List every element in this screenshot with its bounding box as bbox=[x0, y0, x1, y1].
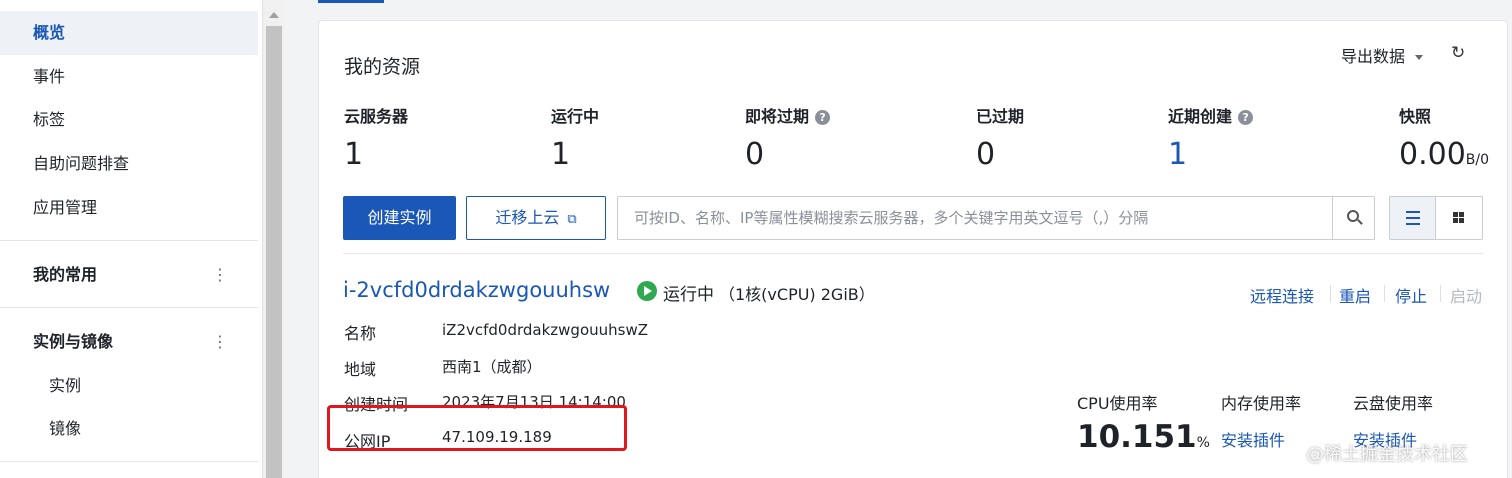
instance-id-link[interactable]: i-2vcfd0drdakzwgouuhsw bbox=[343, 278, 610, 302]
memory-usage-label: 内存使用率 bbox=[1221, 394, 1302, 413]
annotation-highlight-box bbox=[327, 405, 627, 451]
stat-value-link[interactable]: 1 bbox=[1168, 137, 1253, 172]
sidebar-group-label: 实例与镜像 bbox=[33, 332, 114, 351]
stat-snapshots: 快照 0.00B/0 bbox=[1399, 103, 1489, 172]
more-vertical-icon[interactable]: ⋮ bbox=[212, 253, 228, 297]
watermark: @稀土掘金技术社区 bbox=[1306, 444, 1468, 465]
caret-down-icon bbox=[1415, 55, 1424, 60]
stat-label: 即将过期 bbox=[745, 107, 810, 126]
migrate-to-cloud-button[interactable]: 迁移上云 ⧉ bbox=[466, 196, 606, 240]
sidebar-divider bbox=[0, 240, 258, 241]
reboot-link[interactable]: 重启 bbox=[1339, 283, 1371, 307]
sidebar-item-overview[interactable]: 概览 bbox=[0, 11, 258, 55]
instance-spec: （1核(vCPU) 2GiB） bbox=[719, 285, 875, 304]
stat-label: 云服务器 bbox=[344, 107, 409, 126]
stat-value: 0 bbox=[976, 137, 996, 172]
sidebar-item-events[interactable]: 事件 bbox=[0, 55, 258, 99]
stat-value: 1 bbox=[551, 137, 571, 172]
sidebar-group-favorites[interactable]: 我的常用 ⋮ bbox=[0, 253, 258, 297]
running-status-icon bbox=[637, 281, 657, 301]
sidebar-item-images[interactable]: 镜像 bbox=[0, 407, 258, 451]
sidebar-divider bbox=[0, 461, 258, 462]
stat-label: 快照 bbox=[1399, 107, 1432, 126]
help-icon[interactable]: ? bbox=[815, 110, 831, 125]
stat-value: 0.00 bbox=[1399, 137, 1466, 172]
search-box bbox=[617, 196, 1375, 240]
divider bbox=[343, 253, 1483, 254]
stat-expired: 已过期 0 bbox=[976, 103, 1024, 172]
stat-running: 运行中 1 bbox=[551, 103, 599, 172]
more-vertical-icon[interactable]: ⋮ bbox=[212, 320, 228, 364]
field-value-region: 西南1（成都） bbox=[442, 358, 542, 376]
install-plugin-memory-link[interactable]: 安装插件 bbox=[1221, 427, 1285, 451]
stat-value: 1 bbox=[344, 137, 364, 172]
migrate-label: 迁移上云 bbox=[495, 208, 560, 227]
console-window: 概览 事件 标签 自助问题排查 应用管理 我的常用 ⋮ 实例与镜像 ⋮ 实例 镜… bbox=[0, 0, 1512, 478]
stat-recently-created: 近期创建? 1 bbox=[1168, 103, 1254, 172]
cpu-usage-label: CPU使用率 bbox=[1077, 394, 1158, 413]
sidebar-divider bbox=[0, 307, 258, 308]
refresh-icon[interactable]: ↻ bbox=[1451, 43, 1465, 63]
field-label-region: 地域 bbox=[344, 360, 377, 379]
sidebar-item-instances[interactable]: 实例 bbox=[0, 364, 258, 408]
search-input[interactable] bbox=[618, 197, 1334, 239]
stat-servers: 云服务器 1 bbox=[344, 103, 408, 172]
stat-value: 0 bbox=[745, 137, 765, 172]
search-button[interactable] bbox=[1332, 197, 1374, 239]
list-view-button[interactable] bbox=[1390, 197, 1436, 239]
stat-label: 已过期 bbox=[976, 107, 1025, 126]
active-tab-indicator bbox=[318, 0, 384, 3]
stat-expiring: 即将过期? 0 bbox=[745, 103, 831, 172]
table-view-button[interactable] bbox=[1437, 197, 1483, 239]
help-icon[interactable]: ? bbox=[1238, 110, 1254, 125]
sidebar: 概览 事件 标签 自助问题排查 应用管理 我的常用 ⋮ 实例与镜像 ⋮ 实例 镜… bbox=[0, 0, 262, 478]
scroll-up-arrow-icon[interactable] bbox=[269, 12, 279, 18]
sidebar-scrollbar[interactable] bbox=[262, 0, 284, 478]
create-instance-button[interactable]: 创建实例 bbox=[343, 196, 456, 240]
disk-usage-label: 云盘使用率 bbox=[1353, 394, 1434, 413]
start-link[interactable]: 启动 bbox=[1450, 283, 1482, 307]
cpu-usage-value: 10.151% bbox=[1077, 419, 1210, 455]
export-data-label: 导出数据 bbox=[1341, 47, 1406, 66]
field-label-name: 名称 bbox=[344, 324, 377, 343]
field-value-name: iZ2vcfd0drdakzwgouuhswZ bbox=[442, 321, 649, 339]
stat-unit: B/0 bbox=[1465, 152, 1490, 168]
instance-status: 运行中 bbox=[663, 285, 714, 305]
card-title: 我的资源 bbox=[344, 56, 421, 78]
stop-link[interactable]: 停止 bbox=[1395, 283, 1427, 307]
view-toggle bbox=[1389, 196, 1483, 240]
remote-connect-link[interactable]: 远程连接 bbox=[1250, 283, 1314, 307]
sidebar-group-label: 我的常用 bbox=[33, 265, 98, 284]
stat-label: 近期创建 bbox=[1168, 107, 1233, 126]
external-link-icon: ⧉ bbox=[567, 212, 577, 227]
sidebar-item-tags[interactable]: 标签 bbox=[0, 98, 258, 142]
scrollbar-thumb[interactable] bbox=[266, 26, 282, 478]
sidebar-group-instances-images[interactable]: 实例与镜像 ⋮ bbox=[0, 320, 258, 364]
export-data-dropdown[interactable]: 导出数据 bbox=[1341, 43, 1424, 67]
sidebar-item-app-management[interactable]: 应用管理 bbox=[0, 186, 258, 230]
sidebar-item-troubleshoot[interactable]: 自助问题排查 bbox=[0, 142, 258, 186]
stat-label: 运行中 bbox=[551, 107, 600, 126]
